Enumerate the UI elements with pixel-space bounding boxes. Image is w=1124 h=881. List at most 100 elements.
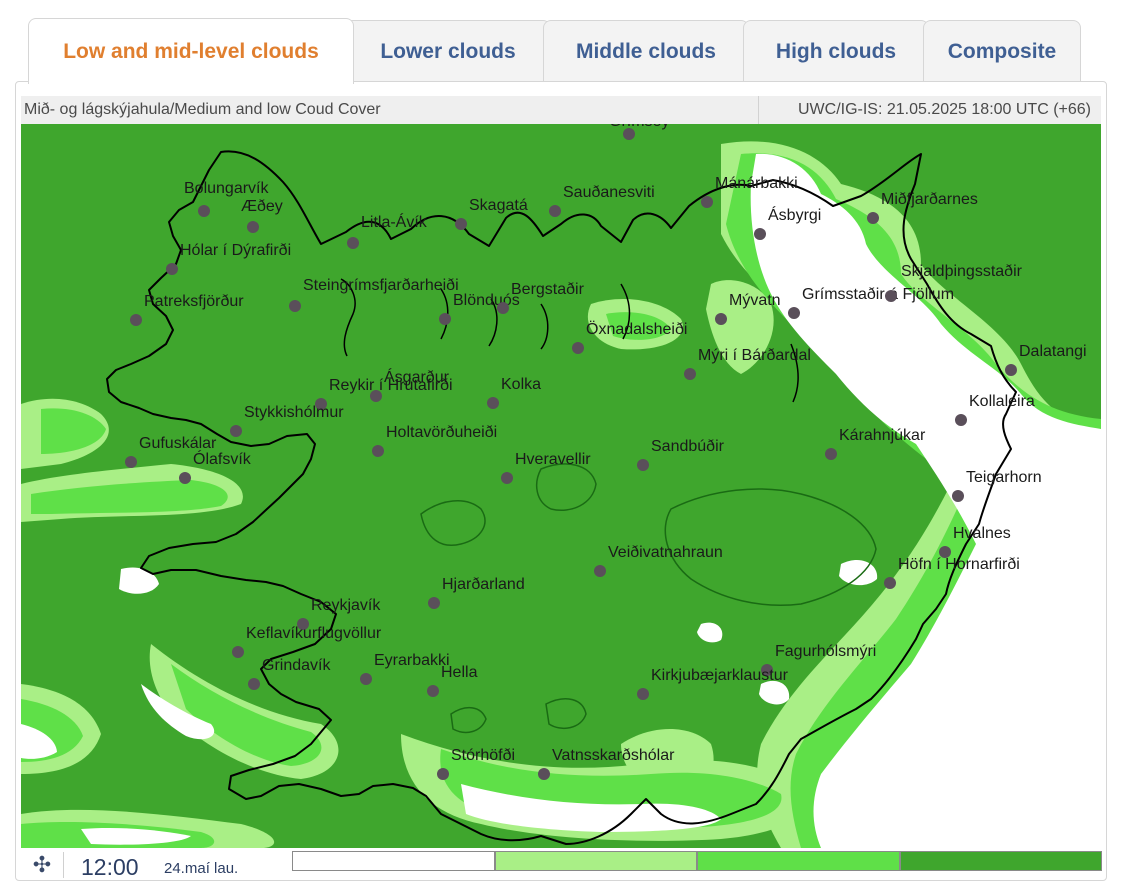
station-label: Veiðivatnahraun [608,544,723,561]
station-marker[interactable] [497,302,509,314]
station-label: Kolka [501,376,541,393]
station-marker[interactable] [428,597,440,609]
station-marker[interactable] [701,196,713,208]
station-marker[interactable] [867,212,879,224]
station-marker[interactable] [360,673,372,685]
tab-low-mid-clouds[interactable]: Low and mid-level clouds [28,18,354,84]
station-label: Mýri í Bárðardal [698,347,811,364]
station-marker[interactable] [248,678,260,690]
station-label: Hólar í Dýrafirði [180,242,291,259]
station-marker[interactable] [572,342,584,354]
station-marker[interactable] [637,459,649,471]
legend-class-0 [292,851,495,871]
station-label: Vatnsskarðshólar [552,747,675,764]
station-label: Bergstaðir [511,281,585,298]
station-marker[interactable] [289,300,301,312]
station-marker[interactable] [538,768,550,780]
station-marker[interactable] [179,472,191,484]
station-label: Keflavíkurflugvöllur [246,625,382,642]
map-source-timestamp: UWC/IG-IS: 21.05.2025 18:00 UTC (+66) [797,101,1091,118]
station-marker[interactable] [594,565,606,577]
station-label: Mánárbakki [715,175,798,192]
station-marker[interactable] [1005,364,1017,376]
station-label: Stórhöfði [451,747,515,764]
station-marker[interactable] [247,221,259,233]
station-label: Eyrarbakki [374,652,450,669]
station-label: Skjaldþingsstaðir [901,263,1023,280]
legend-class-1 [494,851,697,871]
station-marker[interactable] [952,490,964,502]
station-label: Æðey [241,198,283,215]
station-label: Sauðanesviti [563,184,655,201]
station-label: Kollaleira [969,393,1035,410]
map-title: Mið- og lágskýjahula/Medium and low Coud… [24,101,381,118]
tab-composite[interactable]: Composite [923,20,1081,82]
station-label: Öxnadalsheiði [586,320,687,338]
legend-class-3 [899,851,1102,871]
station-label: Gufuskálar [139,435,217,452]
station-label: Ólafsvík [193,449,252,468]
station-marker[interactable] [501,472,513,484]
station-label: Skagatá [469,197,528,214]
station-marker[interactable] [884,577,896,589]
station-marker[interactable] [230,425,242,437]
station-label: Reykir í Hrútafirði [329,377,453,394]
station-marker[interactable] [549,205,561,217]
station-marker[interactable] [825,448,837,460]
station-marker[interactable] [684,368,696,380]
cloud-cover-map[interactable]: Grímsey BolungarvíkÆðey Litla-Ávík Skagatá S… [21,124,1101,848]
cloud-cover-legend [292,851,1102,871]
station-marker[interactable] [166,263,178,275]
station-label: Hella [441,664,478,681]
station-label: Patreksfjörður [144,293,244,310]
cloud-type-tabs: Low and mid-level clouds Lower clouds Mi… [15,18,1107,84]
station-marker[interactable] [427,685,439,697]
station-label: Stykkishólmur [244,404,344,421]
tab-middle-clouds[interactable]: Middle clouds [543,20,749,82]
station-marker[interactable] [125,456,137,468]
station-marker[interactable] [130,314,142,326]
station-label: Hveravellir [515,451,591,468]
station-marker[interactable] [198,205,210,217]
station-label: Bolungarvík [184,180,269,197]
timeline-bar: ✣ 12:00 24.maí lau. [21,848,1102,880]
tab-high-clouds[interactable]: High clouds [743,20,929,82]
station-label: Grindavík [262,657,331,674]
station-label: Höfn í Hornarfirði [898,556,1020,573]
forecast-date: 24.maí lau. [164,860,239,877]
station-marker[interactable] [715,313,727,325]
station-label: Kárahnjúkar [839,427,926,444]
station-label: Kirkjubæjarklaustur [651,667,789,684]
station-marker[interactable] [637,688,649,700]
station-marker[interactable] [885,290,897,302]
station-label: Steingrímsfjarðarheiði [303,277,459,294]
station-label: Teigarhorn [966,469,1042,486]
station-label: Sandbúðir [651,438,725,455]
station-marker[interactable] [487,397,499,409]
map-header: Mið- og lágskýjahula/Medium and low Coud… [21,96,1101,124]
station-marker[interactable] [437,768,449,780]
station-label: Miðfjarðarnes [881,191,978,208]
station-marker[interactable] [455,218,467,230]
header-divider [758,96,759,124]
station-label: Grímsey [609,124,669,130]
station-marker[interactable] [955,414,967,426]
station-label: Holtavörðuheiði [386,424,497,441]
play-icon[interactable]: ✣ [21,852,64,878]
forecast-time: 12:00 [81,854,139,880]
station-marker[interactable] [754,228,766,240]
station-label: Reykjavík [311,597,381,614]
tab-lower-clouds[interactable]: Lower clouds [345,20,551,82]
legend-class-2 [697,851,900,871]
station-label: Fagurhólsmýri [775,643,876,660]
station-label: Grímsstaðir á Fjöllum [802,286,954,303]
station-label: Mývatn [729,292,781,309]
station-marker[interactable] [232,646,244,658]
station-marker[interactable] [347,237,359,249]
station-marker[interactable] [439,313,451,325]
station-label: Blönduós [453,292,520,309]
station-label: Litla-Ávík [361,212,428,231]
station-marker[interactable] [788,307,800,319]
station-label: Dalatangi [1019,343,1087,360]
station-marker[interactable] [372,445,384,457]
